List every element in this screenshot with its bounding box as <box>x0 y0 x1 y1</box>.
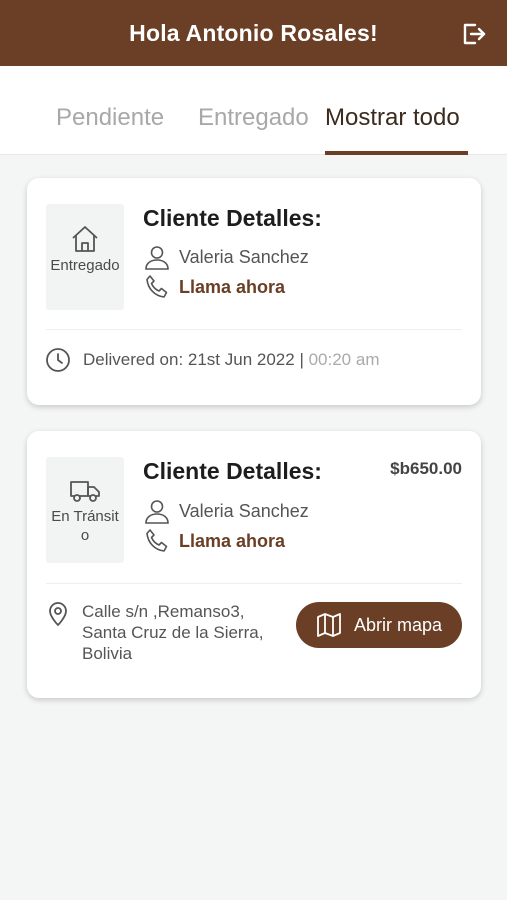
status-badge: En Tránsito <box>46 457 124 563</box>
status-label: En Tránsito <box>51 508 119 544</box>
status-badge: Entregado <box>46 204 124 310</box>
call-now-link[interactable]: Llama ahora <box>179 531 285 552</box>
client-row: Valeria Sanchez <box>143 243 309 271</box>
call-now-link[interactable]: Llama ahora <box>179 277 285 298</box>
phone-icon <box>146 275 168 298</box>
greeting-title: Hola Antonio Rosales! <box>129 19 378 46</box>
client-name: Valeria Sanchez <box>179 500 309 521</box>
order-card[interactable]: En Tránsito Cliente Detalles: $b650.00 V… <box>27 431 481 698</box>
client-name: Valeria Sanchez <box>179 246 309 267</box>
delivered-date: Delivered on: 21st Jun 2022 <box>83 350 295 369</box>
phone-icon <box>146 529 168 552</box>
delivered-separator: | <box>299 350 304 369</box>
card-title: Cliente Detalles: <box>143 205 322 231</box>
status-label: Entregado <box>50 257 120 274</box>
map-icon <box>317 613 341 637</box>
location-pin-icon <box>49 602 67 626</box>
delivery-address: Calle s/n ,Remanso3, Santa Cruz de la Si… <box>82 602 264 663</box>
tab-entregado[interactable]: Entregado <box>198 104 309 132</box>
card-title: Cliente Detalles: <box>143 458 322 484</box>
call-row[interactable]: Llama ahora <box>143 527 285 555</box>
logout-button[interactable] <box>459 20 487 48</box>
card-divider <box>46 329 462 330</box>
tab-mostrar-todo[interactable]: Mostrar todo <box>325 104 460 132</box>
open-map-label: Abrir mapa <box>353 614 443 635</box>
user-icon <box>145 500 169 524</box>
address-row: Calle s/n ,Remanso3, Santa Cruz de la Si… <box>46 601 282 664</box>
tab-pendiente[interactable]: Pendiente <box>56 104 164 132</box>
truck-icon <box>70 481 100 502</box>
app-header: Hola Antonio Rosales! <box>0 0 507 66</box>
order-card[interactable]: Entregado Cliente Detalles: Valeria Sanc… <box>27 178 481 405</box>
logout-icon <box>463 23 486 45</box>
delivered-row: Delivered on: 21st Jun 2022 | 00:20 am <box>45 347 379 373</box>
call-row[interactable]: Llama ahora <box>143 273 285 301</box>
home-icon <box>72 226 98 252</box>
delivered-time: 00:20 am <box>308 350 380 369</box>
clock-icon <box>46 348 70 372</box>
card-divider <box>46 583 462 584</box>
active-tab-indicator <box>325 151 468 155</box>
user-icon <box>145 246 169 270</box>
order-price: $b650.00 <box>390 459 462 478</box>
client-row: Valeria Sanchez <box>143 497 309 525</box>
filter-tabs: Pendiente Entregado Mostrar todo <box>0 66 507 155</box>
open-map-button[interactable]: Abrir mapa <box>296 602 462 648</box>
